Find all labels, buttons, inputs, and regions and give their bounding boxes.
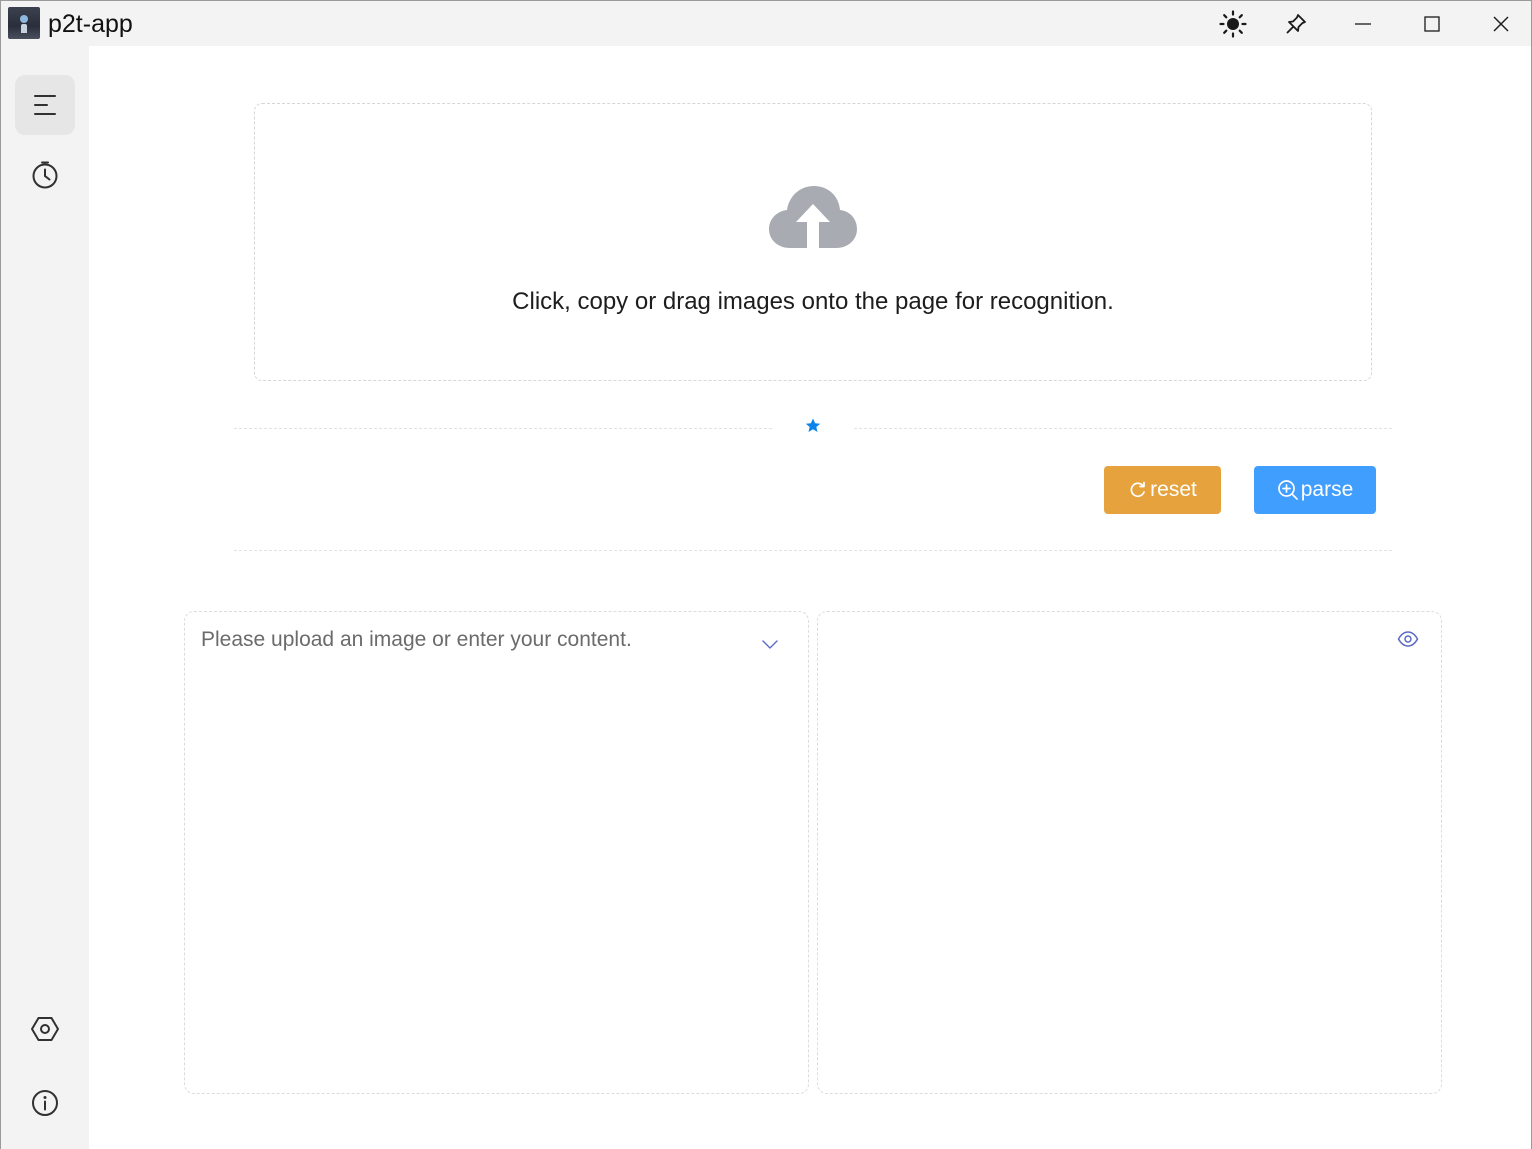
sun-icon: [1219, 9, 1247, 38]
title-bar: p2t-app: [1, 1, 1531, 46]
info-icon: [32, 1090, 58, 1116]
reset-button[interactable]: reset: [1104, 466, 1221, 514]
maximize-icon: [1424, 15, 1440, 32]
app-title: p2t-app: [48, 10, 133, 38]
sidebar-item-about[interactable]: [15, 1073, 75, 1133]
divider-left: [234, 428, 772, 429]
sidebar-item-menu[interactable]: [15, 75, 75, 135]
parse-label: parse: [1300, 478, 1354, 501]
main-content: Click, copy or drag images onto the page…: [89, 46, 1531, 1149]
star-icon: [805, 418, 821, 432]
menu-lines-icon: [34, 95, 56, 115]
pin-button[interactable]: [1266, 1, 1326, 46]
reset-label: reset: [1150, 478, 1197, 501]
upload-instructions: Click, copy or drag images onto the page…: [512, 288, 1114, 315]
content-input-placeholder: Please upload an image or enter your con…: [201, 628, 632, 651]
sidebar-item-history[interactable]: [15, 145, 75, 205]
chevron-down-icon[interactable]: [760, 634, 780, 654]
close-button[interactable]: [1471, 1, 1531, 46]
app-window: p2t-app Click, copy or drag images onto …: [0, 0, 1532, 1149]
divider-right: [854, 428, 1392, 429]
preview-panel: [817, 611, 1442, 1094]
eye-icon[interactable]: [1397, 630, 1419, 648]
refresh-icon: [1130, 481, 1146, 498]
cloud-upload-icon: [769, 186, 857, 248]
text-input-panel[interactable]: Please upload an image or enter your con…: [184, 611, 809, 1094]
divider-bottom: [234, 550, 1392, 551]
pin-icon: [1286, 13, 1306, 33]
parse-button[interactable]: parse: [1254, 466, 1376, 514]
minimize-button[interactable]: [1333, 1, 1393, 46]
sidebar-item-settings[interactable]: [15, 999, 75, 1059]
image-upload-dropzone[interactable]: Click, copy or drag images onto the page…: [254, 103, 1372, 381]
hexagon-settings-icon: [31, 1017, 59, 1041]
theme-toggle-button[interactable]: [1203, 1, 1263, 46]
maximize-button[interactable]: [1402, 1, 1462, 46]
app-logo-icon: [8, 7, 40, 39]
clock-icon: [32, 161, 58, 189]
close-icon: [1493, 16, 1509, 31]
zoom-in-icon: [1277, 480, 1298, 500]
minimize-icon: [1355, 22, 1371, 25]
sidebar: [1, 46, 89, 1149]
